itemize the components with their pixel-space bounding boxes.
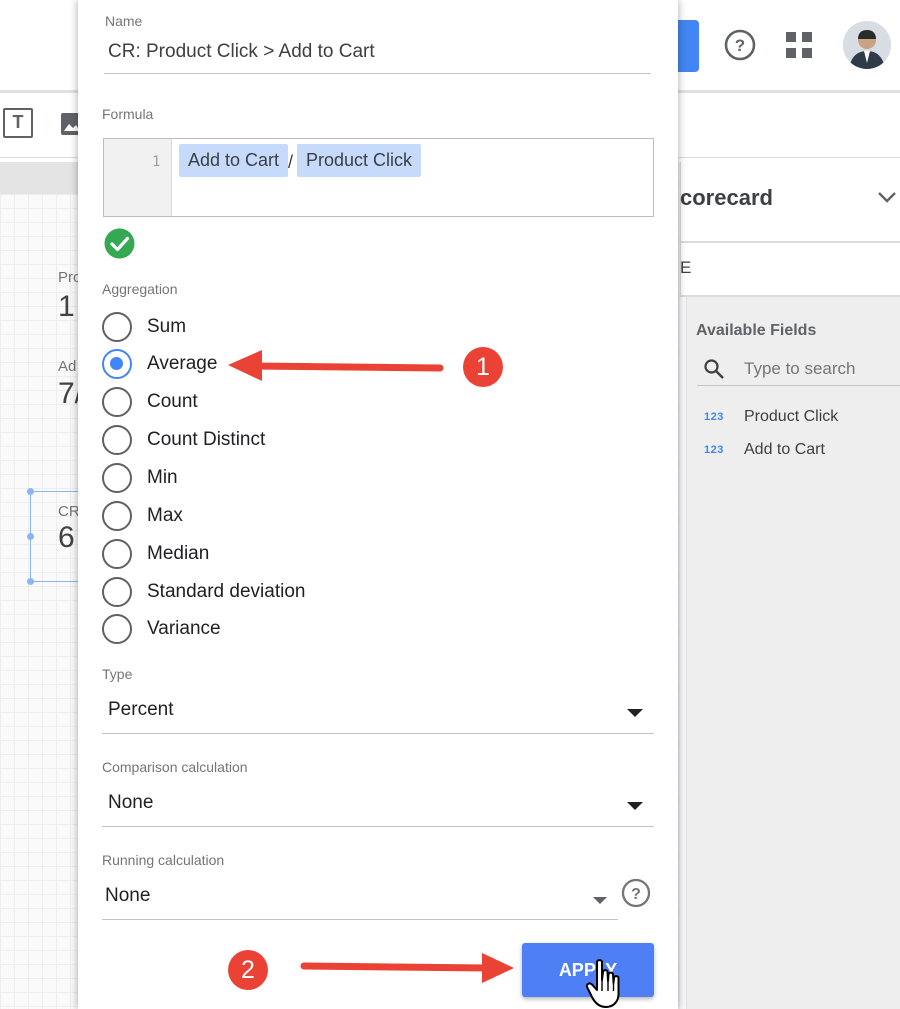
running-calculation-value: None (105, 885, 151, 906)
radio-label: Max (147, 505, 183, 526)
number-type-icon: 123 (704, 444, 724, 456)
formula-operator: / (288, 152, 294, 172)
comparison-value: None (108, 792, 154, 813)
help-icon[interactable]: ? (723, 28, 757, 62)
scorecard-label: CR (58, 503, 80, 520)
radio-label: Variance (147, 618, 221, 639)
field-name: Product Click (744, 408, 839, 425)
radio-button[interactable] (102, 349, 132, 379)
type-label: Type (102, 666, 133, 682)
field-name: Add to Cart (744, 441, 825, 458)
comparison-select[interactable]: None (102, 792, 654, 827)
text-tool-icon[interactable]: T (3, 108, 33, 138)
aggregation-option-sum[interactable]: Sum (102, 312, 186, 342)
field-item[interactable]: 123 Product Click (704, 405, 838, 429)
apps-grid-icon[interactable] (786, 32, 812, 58)
radio-button[interactable] (102, 577, 132, 607)
resize-handle[interactable] (27, 533, 34, 540)
data-pane (680, 297, 687, 1009)
divider (680, 241, 900, 243)
running-calculation-label: Running calculation (102, 852, 225, 868)
svg-text:?: ? (631, 886, 641, 903)
field-name-input[interactable]: CR: Product Click > Add to Cart (108, 41, 375, 63)
scorecard-value: 6 (58, 521, 75, 554)
running-calculation-select[interactable]: None (102, 885, 618, 920)
search-icon (704, 359, 724, 379)
aggregation-option-median[interactable]: Median (102, 539, 209, 569)
field-item[interactable]: 123 Add to Cart (704, 438, 825, 462)
radio-button[interactable] (102, 539, 132, 569)
available-fields-pane (687, 297, 900, 1009)
tab-style[interactable]: E (680, 258, 691, 278)
radio-label: Average (147, 353, 218, 374)
aggregation-option-average[interactable]: Average (102, 349, 217, 379)
chevron-down-icon[interactable] (876, 186, 898, 208)
aggregation-option-standard-deviation[interactable]: Standard deviation (102, 577, 305, 607)
radio-button[interactable] (102, 425, 132, 455)
name-underline (104, 73, 651, 74)
formula-label: Formula (102, 106, 154, 122)
radio-button[interactable] (102, 614, 132, 644)
aggregation-option-count[interactable]: Count (102, 387, 198, 417)
formula-gutter (104, 139, 172, 216)
aggregation-option-count-distinct[interactable]: Count Distinct (102, 425, 265, 455)
field-search-input[interactable] (744, 356, 894, 382)
step-badge-2: 2 (228, 950, 268, 990)
avatar[interactable] (843, 21, 891, 69)
type-value: Percent (108, 699, 174, 720)
radio-button[interactable] (102, 387, 132, 417)
aggregation-label: Aggregation (102, 281, 178, 297)
aggregation-option-min[interactable]: Min (102, 463, 178, 493)
formula-field-chip[interactable]: Product Click (297, 144, 422, 177)
resize-handle[interactable] (27, 488, 34, 495)
radio-label: Standard deviation (147, 581, 306, 602)
radio-button[interactable] (102, 463, 132, 493)
type-select[interactable]: Percent (102, 699, 654, 734)
search-underline (697, 385, 900, 386)
panel-title: corecard (680, 185, 773, 210)
share-button[interactable] (676, 20, 699, 72)
formula-field-chip[interactable]: Add to Cart (179, 144, 289, 177)
radio-label: Median (147, 543, 210, 564)
name-label: Name (105, 13, 143, 29)
radio-button[interactable] (102, 501, 132, 531)
check-circle-icon (104, 228, 135, 259)
resize-handle[interactable] (27, 578, 34, 585)
dropdown-arrow-icon (627, 802, 643, 810)
radio-label: Min (147, 467, 178, 488)
scorecard-label: Ad (58, 358, 77, 375)
radio-label: Count Distinct (147, 429, 266, 450)
line-number: 1 (152, 154, 161, 170)
number-type-icon: 123 (704, 411, 724, 423)
canvas-ruler (0, 162, 80, 194)
dropdown-arrow-icon (627, 709, 643, 717)
radio-label: Sum (147, 316, 187, 337)
step-badge-1: 1 (463, 347, 503, 387)
dropdown-arrow-icon (593, 897, 607, 904)
hand-cursor-icon (585, 959, 620, 1008)
comparison-label: Comparison calculation (102, 759, 248, 775)
scorecard-value: 1 (58, 290, 75, 323)
aggregation-option-variance[interactable]: Variance (102, 614, 221, 644)
aggregation-option-max[interactable]: Max (102, 501, 183, 531)
radio-button[interactable] (102, 312, 132, 342)
svg-text:?: ? (735, 36, 745, 55)
available-fields-title: Available Fields (696, 322, 817, 339)
help-icon[interactable]: ? (621, 878, 651, 908)
radio-label: Count (147, 391, 198, 412)
